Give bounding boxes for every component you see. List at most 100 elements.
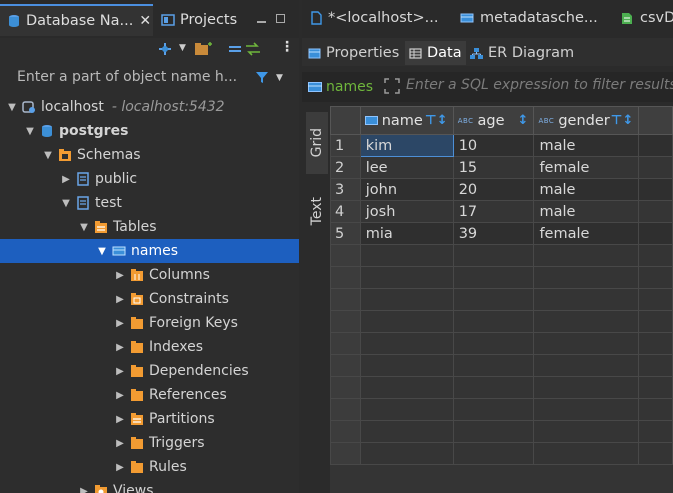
collapse-arrow-icon[interactable]: ▶ <box>114 318 126 329</box>
tree-node-postgres[interactable]: ▼ postgres <box>0 119 299 143</box>
cell-gender[interactable]: male <box>533 200 640 223</box>
table-row[interactable]: 1 kim 10 male <box>330 134 673 157</box>
cell-age[interactable]: 15 <box>452 156 535 179</box>
tree-node-views[interactable]: ▶ Views <box>0 479 299 493</box>
chevron-down-icon[interactable]: ▼ <box>179 43 186 57</box>
link-with-editor-icon[interactable] <box>245 42 261 56</box>
tree-node-public[interactable]: ▶ public <box>0 167 299 191</box>
row-number[interactable]: 1 <box>330 134 361 157</box>
tree-node-triggers[interactable]: ▶ Triggers <box>0 431 299 455</box>
row-number[interactable]: 5 <box>330 222 361 245</box>
expand-arrow-icon[interactable]: ▼ <box>78 222 90 233</box>
collapse-arrow-icon[interactable]: ▶ <box>114 270 126 281</box>
tree-node-names[interactable]: ▼ names <box>0 239 299 263</box>
column-header-name[interactable]: name ⊤↕ <box>359 106 454 135</box>
close-icon[interactable]: ✕ <box>139 13 151 29</box>
table-row[interactable]: 4 josh 17 male <box>330 200 673 223</box>
tree-node-tables[interactable]: ▼ Tables <box>0 215 299 239</box>
collapse-arrow-icon[interactable]: ▶ <box>114 294 126 305</box>
tree-node-references[interactable]: ▶ References <box>0 383 299 407</box>
tab-properties[interactable]: Properties <box>304 41 403 65</box>
empty-row <box>330 332 673 355</box>
cell-gender[interactable]: male <box>533 134 640 157</box>
filter-dropdown-icon[interactable]: ▼ <box>276 73 283 83</box>
tree-node-label: Rules <box>149 459 187 475</box>
cell-name[interactable]: john <box>359 178 454 201</box>
collapse-all-icon[interactable] <box>228 42 242 56</box>
cell-age[interactable]: 17 <box>452 200 535 223</box>
tree-node-label: Tables <box>113 219 157 235</box>
cell-gender[interactable]: female <box>533 222 640 245</box>
filter-sort-icon[interactable]: ⊤↕ <box>425 113 448 128</box>
row-number[interactable]: 3 <box>330 178 361 201</box>
editor-tab-csv[interactable]: csvD <box>620 10 673 26</box>
collapse-arrow-icon[interactable]: ▶ <box>114 366 126 377</box>
tree-node-schemas[interactable]: ▼ Schemas <box>0 143 299 167</box>
maximize-icon[interactable] <box>276 14 285 23</box>
tree-node-partitions[interactable]: ▶ Partitions <box>0 407 299 431</box>
tree-node-localhost[interactable]: ▼ localhost - localhost:5432 <box>0 95 299 119</box>
column-type-icon: ABC <box>538 116 555 125</box>
collapse-arrow-icon[interactable]: ▶ <box>78 486 90 493</box>
cell-gender[interactable]: female <box>533 156 640 179</box>
column-header-gender[interactable]: ABC gender ⊤↕ <box>533 106 640 135</box>
side-tab-grid[interactable]: Grid <box>306 112 328 174</box>
filter-icon[interactable] <box>255 71 269 84</box>
editor-tab-sql[interactable]: *<localhost>... <box>310 10 438 26</box>
minimize-icon[interactable] <box>257 17 266 23</box>
column-header-label: age <box>477 112 505 129</box>
expand-arrow-icon[interactable]: ▼ <box>6 102 18 113</box>
folder-icon <box>131 389 143 401</box>
tree-node-rules[interactable]: ▶ Rules <box>0 455 299 479</box>
tree-node-constraints[interactable]: ▶ Constraints <box>0 287 299 311</box>
collapse-arrow-icon[interactable]: ▶ <box>114 342 126 353</box>
collapse-arrow-icon[interactable]: ▶ <box>114 438 126 449</box>
column-header-age[interactable]: ABC age ↕ <box>452 106 535 135</box>
new-folder-icon[interactable] <box>194 42 212 56</box>
expand-arrow-icon[interactable]: ▼ <box>60 198 72 209</box>
tab-er-diagram[interactable]: ER Diagram <box>466 41 578 65</box>
cell-age[interactable]: 39 <box>452 222 535 245</box>
side-tab-text[interactable]: Text <box>306 180 328 242</box>
new-connection-icon[interactable] <box>157 42 173 56</box>
tree-node-test[interactable]: ▼ test <box>0 191 299 215</box>
header-row: name ⊤↕ ABC age ↕ ABC gender ⊤↕ <box>330 106 673 135</box>
editor-tab-metadata[interactable]: metadatasche... <box>460 10 598 26</box>
tree-node-indexes[interactable]: ▶ Indexes <box>0 335 299 359</box>
table-row[interactable]: 3 john 20 male <box>330 178 673 201</box>
sort-icon[interactable]: ↕ <box>518 113 529 128</box>
cell-gender[interactable]: male <box>533 178 640 201</box>
row-number[interactable]: 2 <box>330 156 361 179</box>
database-navigator-panel: Database Na... ✕ Projects ▼ ⋮ ▼ ▼ localh… <box>0 0 299 493</box>
collapse-arrow-icon[interactable]: ▶ <box>114 390 126 401</box>
sql-filter-input[interactable] <box>406 77 673 93</box>
expand-arrow-icon[interactable]: ▼ <box>96 246 108 257</box>
more-options-icon[interactable]: ⋮ <box>280 39 294 55</box>
cell-name[interactable]: josh <box>359 200 454 223</box>
cell-age[interactable]: 20 <box>452 178 535 201</box>
tab-data[interactable]: Data <box>405 41 466 65</box>
expand-arrow-icon[interactable]: ▼ <box>42 150 54 161</box>
tab-projects[interactable]: Projects <box>157 6 237 34</box>
object-name-filter-input[interactable] <box>17 69 249 85</box>
collapse-arrow-icon[interactable]: ▶ <box>60 174 72 185</box>
cell-name[interactable]: kim <box>359 134 454 157</box>
collapse-arrow-icon[interactable]: ▶ <box>114 462 126 473</box>
tree-node-columns[interactable]: ▶ Columns <box>0 263 299 287</box>
tab-database-navigator[interactable]: Database Na... ✕ <box>0 4 153 36</box>
csv-file-icon <box>622 13 632 24</box>
row-number[interactable]: 4 <box>330 200 361 223</box>
table-row[interactable]: 2 lee 15 female <box>330 156 673 179</box>
cell-name[interactable]: lee <box>359 156 454 179</box>
tree-node-foreign-keys[interactable]: ▶ Foreign Keys <box>0 311 299 335</box>
tree-node-dependencies[interactable]: ▶ Dependencies <box>0 359 299 383</box>
folder-icon <box>131 341 143 353</box>
expand-arrow-icon[interactable]: ▼ <box>24 126 36 137</box>
cell-name[interactable]: mia <box>359 222 454 245</box>
filter-sort-icon[interactable]: ⊤↕ <box>611 113 634 128</box>
empty-header <box>638 106 673 135</box>
collapse-arrow-icon[interactable]: ▶ <box>114 414 126 425</box>
expand-filter-icon[interactable] <box>384 78 400 94</box>
cell-age[interactable]: 10 <box>452 134 535 157</box>
table-row[interactable]: 5 mia 39 female <box>330 222 673 245</box>
